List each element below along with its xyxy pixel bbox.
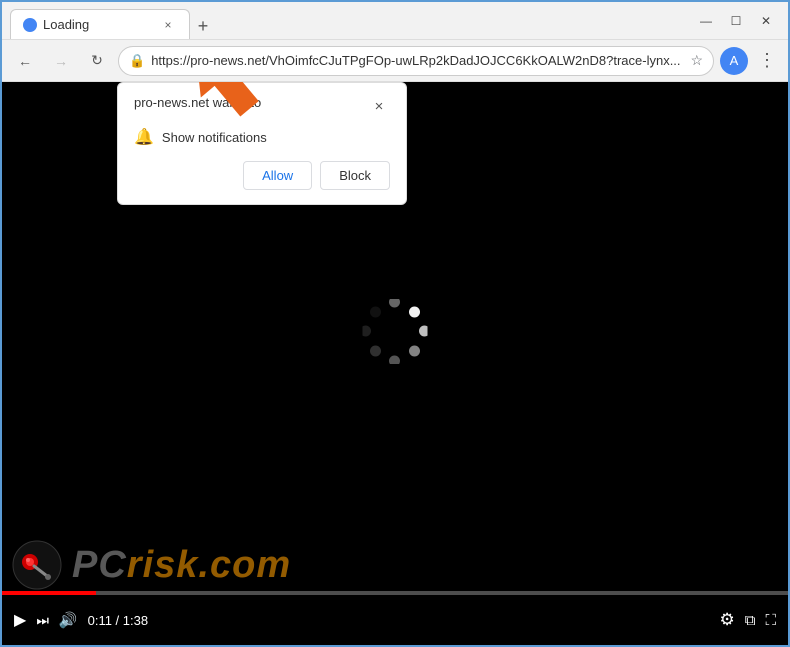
- mini-player-button[interactable]: ⧉: [745, 612, 756, 629]
- popup-buttons: Allow Block: [134, 161, 390, 190]
- block-button[interactable]: Block: [320, 161, 390, 190]
- maximize-button[interactable]: ☐: [722, 7, 750, 35]
- menu-button[interactable]: ⋮: [754, 46, 780, 75]
- browser-window: Loading × + — ☐ ✕ ← → ↻ 🔒 https://pro-ne…: [0, 0, 790, 647]
- fullscreen-button[interactable]: ⛶: [765, 612, 776, 629]
- url-text: https://pro-news.net/VhOimfcCJuTPgFOp-uw…: [151, 53, 684, 68]
- forward-button[interactable]: →: [46, 46, 76, 76]
- back-button[interactable]: ←: [10, 46, 40, 76]
- video-controls: ▶ ⏭ 🔊 0:11 / 1:38 ⚙ ⧉ ⛶: [2, 595, 788, 645]
- bell-icon: 🔔: [134, 127, 154, 147]
- tab-area: Loading × +: [10, 2, 688, 39]
- profile-button[interactable]: A: [720, 47, 748, 75]
- orange-arrow: [167, 82, 287, 142]
- pcrisk-watermark: PCrisk.com: [12, 540, 291, 590]
- address-bar[interactable]: 🔒 https://pro-news.net/VhOimfcCJuTPgFOp-…: [118, 46, 714, 76]
- next-button[interactable]: ⏭: [36, 612, 49, 629]
- tab-favicon: [23, 18, 37, 32]
- active-tab[interactable]: Loading ×: [10, 9, 190, 39]
- page-content: pro-news.net wants to × 🔔 Show notificat…: [2, 82, 788, 645]
- pcrisk-logo: [12, 540, 62, 590]
- minimize-button[interactable]: —: [692, 7, 720, 35]
- nav-bar: ← → ↻ 🔒 https://pro-news.net/VhOimfcCJuT…: [2, 40, 788, 82]
- refresh-button[interactable]: ↻: [82, 46, 112, 76]
- window-controls: — ☐ ✕: [692, 7, 780, 35]
- tab-title: Loading: [43, 17, 153, 32]
- volume-button[interactable]: 🔊: [59, 611, 78, 629]
- new-tab-button[interactable]: +: [190, 13, 216, 39]
- bookmark-icon[interactable]: ☆: [690, 52, 703, 69]
- play-button[interactable]: ▶: [14, 610, 26, 630]
- close-button[interactable]: ✕: [752, 7, 780, 35]
- risk-text: risk.com: [127, 544, 291, 586]
- tab-close-button[interactable]: ×: [159, 16, 177, 34]
- allow-button[interactable]: Allow: [243, 161, 312, 190]
- loading-spinner: [363, 299, 428, 369]
- pc-text: PC: [72, 544, 127, 586]
- pcrisk-brand-text: PCrisk.com: [72, 544, 291, 587]
- lock-icon: 🔒: [129, 53, 145, 69]
- settings-button[interactable]: ⚙: [720, 610, 735, 630]
- time-display: 0:11 / 1:38: [88, 613, 148, 628]
- title-bar: Loading × + — ☐ ✕: [2, 2, 788, 40]
- popup-close-button[interactable]: ×: [368, 95, 390, 117]
